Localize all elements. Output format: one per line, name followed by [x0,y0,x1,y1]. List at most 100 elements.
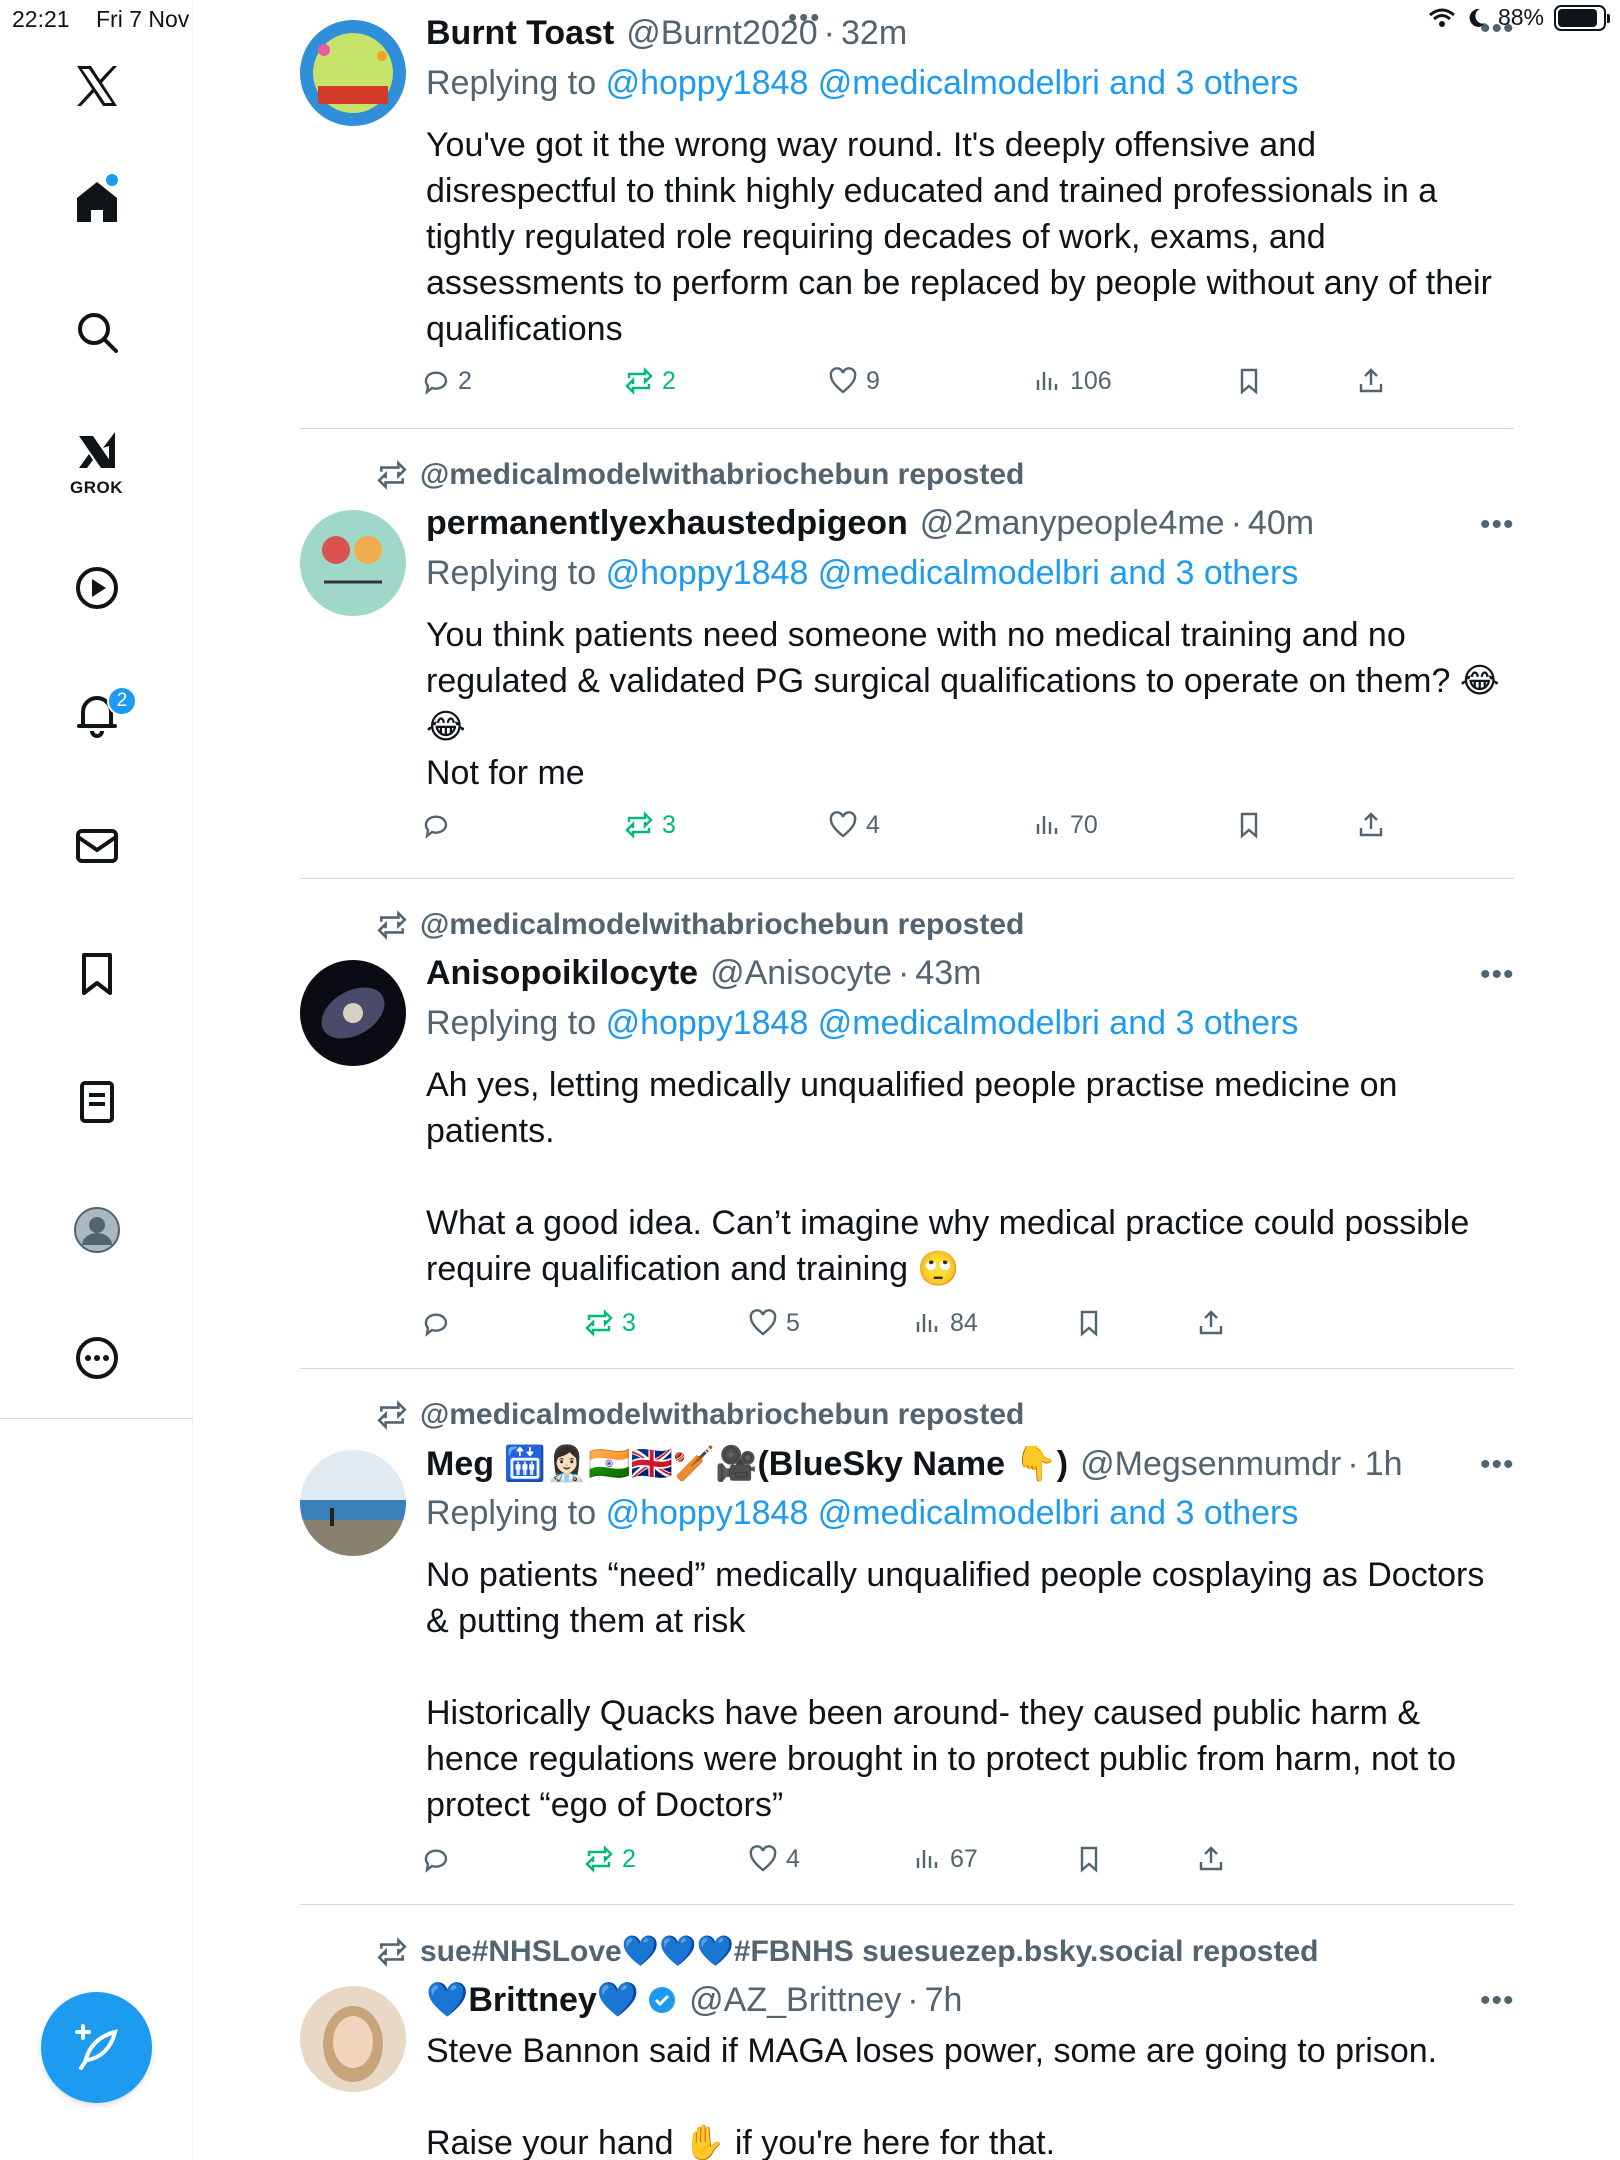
avatar-image-icon [300,1986,406,2092]
nav-messages[interactable] [0,822,193,870]
repost-indicator: @medicalmodelwithabriochebun reposted [376,908,1024,942]
more-icon[interactable]: ••• [1480,1984,1515,2018]
more-icon[interactable]: ••• [1480,508,1515,542]
post-divider [300,428,1514,429]
repost-by[interactable]: @medicalmodelwithabriochebun reposted [420,908,1024,942]
reply-targets-link[interactable]: @hoppy1848 @medicalmodelbri and 3 others [606,64,1299,102]
post-time[interactable]: 32m [841,14,907,53]
nav-grok[interactable] [0,428,193,476]
author-handle[interactable]: @Megsenmumdr [1080,1445,1341,1484]
post-time[interactable]: 40m [1248,504,1314,543]
nav-profile[interactable] [0,1206,193,1254]
author-name[interactable]: Anisopoikilocyte [426,954,698,993]
reply-targets-link[interactable]: @hoppy1848 @medicalmodelbri and 3 others [606,1004,1299,1042]
reply-targets-link[interactable]: @hoppy1848 @medicalmodelbri and 3 others [606,1494,1299,1532]
post-paragraph: Historically Quacks have been around- th… [426,1694,1457,1824]
reply-targets-link[interactable]: @hoppy1848 @medicalmodelbri and 3 others [606,554,1299,592]
share-button[interactable] [1356,810,1386,840]
avatar[interactable] [300,1450,406,1556]
post-time[interactable]: 43m [915,954,981,993]
verified-badge-icon [647,1985,677,2015]
avatar[interactable] [300,960,406,1066]
home-unread-dot [106,174,118,186]
avatar[interactable] [300,1986,406,2092]
more-icon[interactable]: ••• [1480,958,1515,992]
share-icon [1359,812,1383,837]
share-button[interactable] [1196,1308,1226,1338]
repost-by[interactable]: @medicalmodelwithabriochebun reposted [420,458,1024,492]
repost-button[interactable]: 2 [624,366,676,396]
views-bar-icon [1036,372,1058,390]
dot-separator: · [907,1980,919,2019]
views-button[interactable]: 70 [1032,810,1098,840]
avatar-image-icon [300,510,406,616]
views-button[interactable]: 84 [912,1308,978,1338]
bookmark-button[interactable] [1074,1844,1104,1874]
bookmark-button[interactable] [1074,1308,1104,1338]
author-name[interactable]: Meg 🛗👩🏻‍⚕️🇮🇳🇬🇧🏏🎥(BlueSky Name 👇) [426,1444,1068,1484]
repost-button[interactable]: 3 [624,810,676,840]
nav-bookmarks[interactable] [0,950,193,998]
compose-feather-icon [74,2023,118,2070]
repost-icon [625,811,653,839]
post-time[interactable]: 7h [925,1981,963,2020]
nav-home[interactable] [0,178,193,226]
author-handle[interactable]: @2manypeople4me [920,504,1225,543]
bookmark-button[interactable] [1234,810,1264,840]
like-button[interactable]: 4 [748,1844,800,1874]
avatar[interactable] [300,510,406,616]
share-button[interactable] [1196,1844,1226,1874]
reply-button[interactable] [420,1844,458,1874]
replying-to-label: Replying to [426,1004,597,1042]
nav-more[interactable] [0,1334,193,1382]
avatar[interactable] [300,20,406,126]
more-icon[interactable]: ••• [1480,12,1515,46]
repost-icon [377,1400,407,1430]
author-handle[interactable]: @Burnt2020 [626,14,817,53]
repost-count: 3 [622,1308,636,1337]
nav-video[interactable] [0,564,193,612]
author-handle[interactable]: @Anisocyte [710,954,892,993]
views-bar-icon [916,1314,938,1332]
like-button[interactable]: 9 [828,366,880,396]
share-button[interactable] [1356,366,1386,396]
repost-button[interactable]: 3 [584,1308,636,1338]
battery-icon [1554,4,1610,31]
reply-count: 2 [458,366,472,395]
author-handle[interactable]: @AZ_Brittney [689,1981,901,2020]
notifications-badge: 2 [107,686,137,716]
like-button[interactable]: 4 [828,810,880,840]
repost-by[interactable]: @medicalmodelwithabriochebun reposted [420,1398,1024,1432]
reply-button[interactable] [420,810,458,840]
wifi-icon [1428,8,1455,27]
view-count: 67 [950,1844,978,1873]
post-paragraph: Not for me [426,754,585,792]
repost-icon [625,367,653,395]
author-name[interactable]: 💙Brittney💙 [426,1980,639,2020]
x-logo[interactable] [0,62,193,110]
post-divider [300,878,1514,879]
repost-button[interactable]: 2 [584,1844,636,1874]
nav-notifications[interactable] [0,690,193,738]
bookmark-button[interactable] [1234,366,1264,396]
views-button[interactable]: 106 [1032,366,1112,396]
heart-icon [749,1309,777,1336]
replying-to: Replying to @hoppy1848 @medicalmodelbri … [426,1004,1298,1043]
compose-button[interactable] [41,1992,152,2103]
post-time[interactable]: 1h [1365,1445,1403,1484]
bookmark-icon [1240,368,1258,395]
repost-by[interactable]: sue#NHSLove💙💙💙#FBNHS suesuezep.bsky.soci… [420,1934,1318,1969]
bookmark-icon [81,953,112,995]
like-button[interactable]: 5 [748,1308,800,1338]
reply-button[interactable] [420,1308,458,1338]
author-name[interactable]: permanentlyexhaustedpigeon [426,504,908,543]
more-icon[interactable]: ••• [1480,1448,1515,1482]
nav-explore[interactable] [0,308,193,356]
views-button[interactable]: 67 [912,1844,978,1874]
post-divider [300,1904,1514,1905]
author-name[interactable]: Burnt Toast [426,14,614,53]
replying-to-label: Replying to [426,64,597,102]
nav-lists[interactable] [0,1078,193,1126]
reply-button[interactable]: 2 [420,366,472,396]
repost-indicator: @medicalmodelwithabriochebun reposted [376,458,1024,492]
